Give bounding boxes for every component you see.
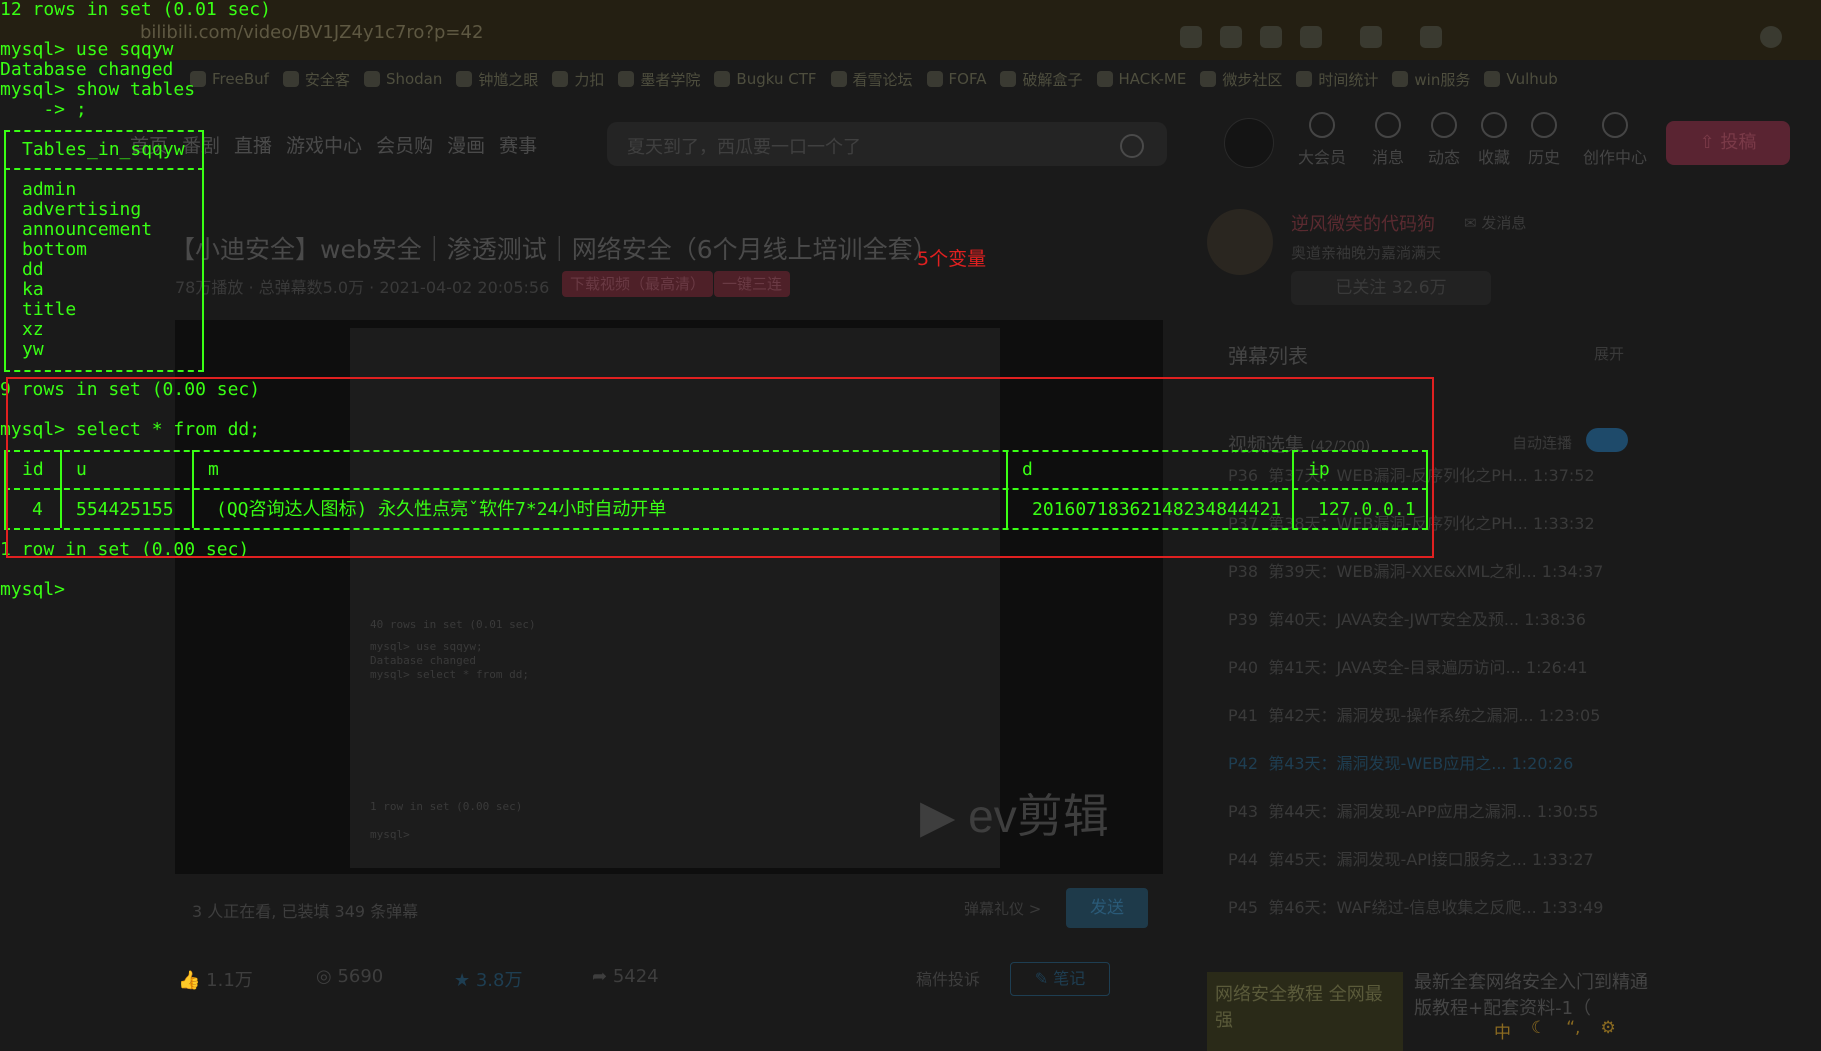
table-border — [4, 130, 6, 370]
highlight-box — [6, 377, 1434, 558]
table-name: advertising — [22, 199, 142, 220]
table-border — [4, 370, 204, 372]
table-name: dd — [22, 259, 44, 280]
terminal-line: 12 rows in set (0.01 sec) — [0, 0, 271, 20]
table-name: admin — [22, 179, 77, 200]
terminal-prompt[interactable]: mysql> — [0, 580, 65, 600]
table-border — [4, 168, 204, 170]
terminal-line: mysql> show tables — [0, 79, 196, 100]
terminal-line: Database changed — [0, 59, 174, 80]
table-border — [202, 130, 204, 370]
table-name: xz — [22, 319, 44, 340]
tables-header: Tables_in_sqqyw — [22, 139, 185, 160]
table-name: yw — [22, 339, 44, 360]
table-name: announcement — [22, 219, 153, 240]
table-name: title — [22, 299, 77, 320]
table-name: ka — [22, 279, 44, 300]
table-name: bottom — [22, 239, 88, 260]
table-border — [4, 130, 204, 132]
terminal-line: -> ; — [0, 99, 87, 120]
terminal-line: mysql> use sqqyw — [0, 39, 174, 60]
